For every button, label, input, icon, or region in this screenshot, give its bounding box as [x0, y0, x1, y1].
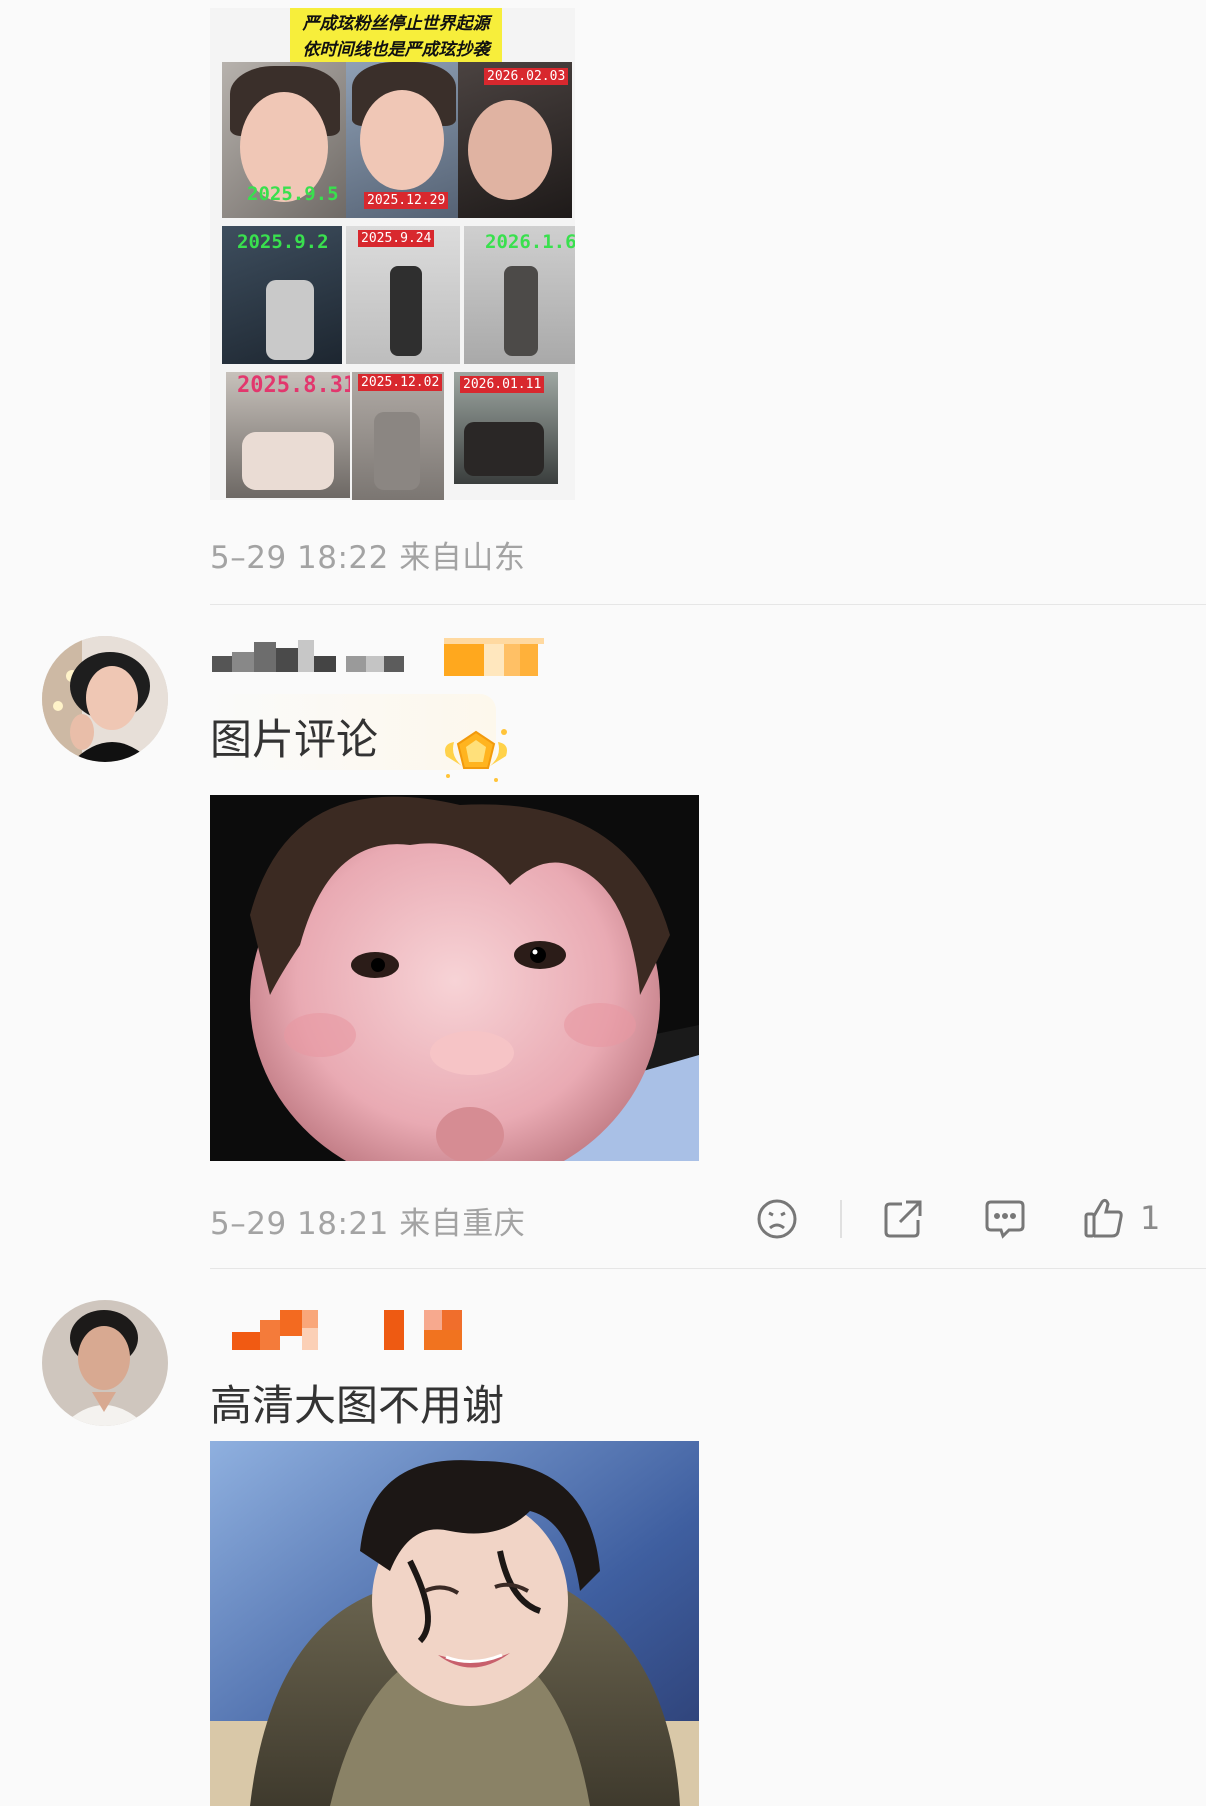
comment-image[interactable]: [210, 795, 699, 1161]
collage-date: 2026.01.11: [460, 376, 545, 393]
collage-tile: 2025.9.5: [222, 62, 346, 218]
comment-image[interactable]: [210, 1441, 699, 1806]
post-collage-image[interactable]: 严成玹粉丝停止世界起源 依时间线也是严成玹抄袭 2025.9.5 2025.12…: [210, 8, 575, 500]
collage-tile: 2025.12.29: [346, 62, 458, 218]
username-blurred[interactable]: [210, 640, 410, 674]
avatar[interactable]: [42, 636, 168, 762]
collage-tile: 2025.8.31: [226, 372, 350, 498]
collage-date: 2026.02.03: [484, 68, 569, 85]
user-badge-blurred: [444, 638, 544, 676]
avatar[interactable]: [42, 1300, 168, 1426]
collage-caption: 严成玹粉丝停止世界起源 依时间线也是严成玹抄袭: [290, 8, 502, 67]
comment-text: 高清大图不用谢: [210, 1381, 505, 1430]
username-blurred[interactable]: [232, 1310, 472, 1350]
collage-tile: 2025.9.24: [346, 226, 460, 364]
comment-photo: [210, 795, 699, 1161]
collage-date: 2025.8.31: [237, 373, 350, 398]
action-separator: [840, 1200, 842, 1238]
collage-date: 2026.1.6: [485, 231, 575, 253]
share-button[interactable]: [878, 1196, 928, 1242]
comment-text: 图片评论: [210, 715, 379, 764]
reply-button[interactable]: [980, 1196, 1030, 1242]
post-meta: 5–29 18:22 来自山东: [210, 540, 526, 576]
comment-bubble-icon: [985, 1200, 1025, 1239]
dislike-button[interactable]: [752, 1196, 802, 1242]
collage-date: 2025.9.2: [237, 231, 329, 253]
divider: [210, 1268, 1206, 1269]
collage-date: 2025.12.02: [358, 374, 443, 391]
gold-badge-icon: [440, 722, 512, 788]
collage-tile: 2025.12.02: [352, 372, 444, 500]
avatar-image: [42, 636, 168, 762]
collage-tile: 2025.9.2: [222, 226, 342, 364]
collage-date: 2025.12.29: [364, 192, 449, 209]
collage-date: 2025.9.5: [247, 183, 339, 205]
like-button[interactable]: 1: [1082, 1194, 1192, 1242]
avatar-image: [42, 1300, 168, 1426]
collage-tile: 2026.02.03: [458, 62, 572, 218]
share-icon: [884, 1200, 922, 1238]
thumbs-up-icon: [1084, 1198, 1123, 1238]
collage-date: 2025.9.24: [358, 230, 435, 247]
comment-meta: 5–29 18:21 来自重庆: [210, 1206, 526, 1242]
collage-tile: 2026.01.11: [454, 372, 558, 484]
comment-photo: [210, 1441, 699, 1806]
like-count: 1: [1140, 1199, 1161, 1237]
collage-tile: 2026.1.6: [464, 226, 575, 364]
sad-face-icon: [757, 1199, 797, 1239]
divider: [210, 604, 1206, 605]
